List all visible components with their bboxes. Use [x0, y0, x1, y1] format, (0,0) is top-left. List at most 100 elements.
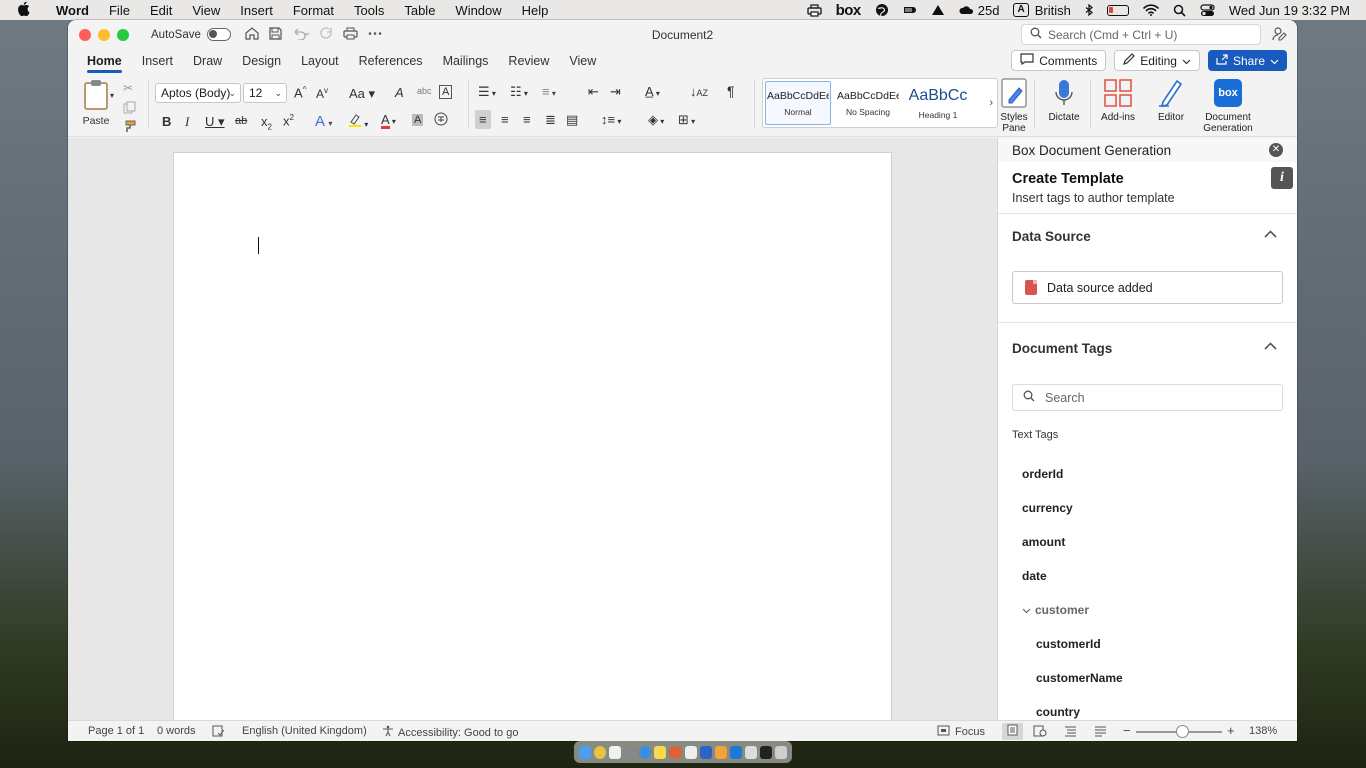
copy-icon[interactable] — [123, 101, 136, 117]
sort-icon[interactable]: ↓AZ — [690, 84, 708, 99]
menu-file[interactable]: File — [99, 3, 140, 18]
align-center-icon[interactable]: ≡ — [501, 112, 509, 127]
bullets-icon[interactable]: ☰ ▾ — [478, 84, 496, 100]
control-center-icon[interactable] — [1200, 3, 1215, 17]
cut-icon[interactable]: ✂ — [123, 81, 133, 95]
styles-pane-button[interactable]: Styles Pane — [999, 77, 1029, 134]
data-source-card[interactable]: Data source added — [1012, 271, 1283, 304]
tag-search-input[interactable]: Search — [1012, 384, 1283, 411]
tag-item[interactable]: date — [1022, 569, 1047, 583]
box-status-icon[interactable]: box — [836, 2, 862, 19]
add-ins-button[interactable]: Add-ins — [1098, 77, 1138, 123]
word-count[interactable]: 0 words — [157, 725, 196, 737]
clock[interactable]: Wed Jun 19 3:32 PM — [1229, 3, 1350, 18]
notes-dock-icon[interactable] — [654, 745, 667, 759]
zoom-out-icon[interactable]: − — [1123, 723, 1131, 738]
tag-item[interactable]: country — [1036, 705, 1080, 719]
firefox-dock-icon[interactable] — [669, 745, 682, 759]
menu-format[interactable]: Format — [283, 3, 344, 18]
menu-tools[interactable]: Tools — [344, 3, 394, 18]
increase-indent-icon[interactable]: ⇥ — [610, 84, 621, 100]
shading-icon[interactable]: A — [412, 114, 424, 126]
bold-icon[interactable]: B — [162, 114, 171, 129]
tag-item[interactable]: customerName — [1036, 671, 1123, 685]
document-canvas[interactable] — [68, 138, 997, 733]
accessibility-status[interactable]: Accessibility: Good to go — [382, 725, 518, 740]
asian-layout-icon[interactable]: A̲ ▾ — [645, 84, 660, 99]
share-button[interactable]: Share — [1207, 50, 1287, 71]
tab-design[interactable]: Design — [232, 49, 291, 73]
tab-mailings[interactable]: Mailings — [433, 49, 499, 73]
input-source[interactable]: A British — [1013, 3, 1071, 18]
language[interactable]: English (United Kingdom) — [242, 725, 367, 737]
editor-button[interactable]: Editor — [1153, 77, 1189, 123]
finder-dock-icon[interactable] — [579, 745, 592, 759]
trash-dock-icon[interactable] — [775, 745, 788, 759]
wifi-icon[interactable] — [1143, 4, 1159, 16]
photos-dock-icon[interactable] — [609, 745, 622, 759]
distributed-icon[interactable]: ▤ — [566, 112, 578, 128]
proofing-icon[interactable] — [212, 725, 225, 740]
redo-icon[interactable] — [320, 26, 333, 43]
multilevel-list-icon[interactable]: ≡ ▾ — [542, 84, 556, 99]
battery-icon[interactable] — [1106, 4, 1129, 16]
panel-close-icon[interactable]: ✕ — [1269, 143, 1283, 157]
tab-references[interactable]: References — [349, 49, 433, 73]
tab-home[interactable]: Home — [77, 49, 132, 73]
print-layout-view-icon[interactable] — [1002, 723, 1023, 740]
weather-status[interactable]: 25d — [959, 3, 999, 18]
tab-review[interactable]: Review — [498, 49, 559, 73]
numbering-icon[interactable]: ☷ ▾ — [510, 84, 528, 100]
safari-dock-icon[interactable] — [639, 745, 652, 759]
show-formatting-marks-icon[interactable]: ¶ — [727, 83, 735, 99]
close-window-button[interactable] — [79, 28, 91, 41]
align-left-icon[interactable]: ≡ — [475, 110, 491, 129]
zoom-level[interactable]: 138% — [1249, 725, 1277, 737]
dictate-button[interactable]: Dictate — [1046, 77, 1082, 123]
drive-triangle-icon[interactable] — [931, 4, 945, 16]
draft-view-icon[interactable] — [1094, 725, 1107, 740]
menu-edit[interactable]: Edit — [140, 3, 182, 18]
text-effects-abc-icon[interactable]: abc — [417, 86, 432, 96]
strikethrough-icon[interactable]: ab — [235, 115, 247, 127]
menu-help[interactable]: Help — [512, 3, 559, 18]
menu-insert[interactable]: Insert — [230, 3, 283, 18]
settings-dock-icon[interactable] — [624, 745, 637, 759]
zoom-slider-thumb[interactable] — [1176, 725, 1189, 738]
preview-dock-icon[interactable] — [744, 745, 757, 759]
justify-icon[interactable]: ≣ — [545, 112, 556, 128]
outlook-dock-icon[interactable] — [729, 745, 742, 759]
superscript-icon[interactable]: x2 — [283, 113, 294, 128]
clear-formatting-icon[interactable]: A — [395, 85, 404, 100]
data-source-collapse-chevron-icon[interactable] — [1264, 226, 1277, 241]
search-input[interactable]: Search (Cmd + Ctrl + U) — [1021, 24, 1261, 45]
chrome-dock-icon[interactable] — [594, 745, 607, 759]
word-dock-icon[interactable] — [699, 745, 712, 759]
minimize-window-button[interactable] — [98, 28, 110, 41]
apple-menu-icon[interactable] — [0, 1, 46, 20]
tag-item[interactable]: amount — [1022, 535, 1065, 549]
bluetooth-icon[interactable] — [1085, 3, 1093, 17]
shrink-font-icon[interactable]: Av — [316, 86, 328, 101]
document-generation-button[interactable]: box Document Generation — [1200, 77, 1256, 134]
tag-item[interactable]: orderId — [1022, 467, 1063, 481]
format-painter-icon[interactable] — [123, 120, 136, 136]
character-border-icon[interactable]: A — [439, 85, 453, 99]
more-commands-icon[interactable] — [368, 27, 382, 43]
decrease-indent-icon[interactable]: ⇤ — [588, 84, 599, 100]
info-icon[interactable]: i — [1271, 167, 1293, 189]
printer-status-icon[interactable] — [806, 3, 822, 17]
style-no-spacing[interactable]: AaBbCcDdEe No Spacing — [835, 81, 901, 125]
change-case-icon[interactable]: Aa ▾ — [349, 86, 375, 102]
vpn-globe-icon[interactable] — [875, 3, 889, 17]
menu-view[interactable]: View — [182, 3, 230, 18]
terminal-dock-icon[interactable] — [759, 745, 773, 759]
comments-button[interactable]: Comments — [1011, 50, 1107, 71]
tag-item[interactable]: customerId — [1036, 637, 1101, 651]
outline-view-icon[interactable] — [1064, 725, 1077, 740]
autosave-toggle[interactable] — [206, 28, 231, 41]
italic-icon[interactable]: I — [185, 114, 189, 130]
textedit-dock-icon[interactable] — [684, 745, 697, 759]
font-color-icon[interactable]: A ▾ — [381, 112, 396, 129]
tab-insert[interactable]: Insert — [132, 49, 183, 73]
